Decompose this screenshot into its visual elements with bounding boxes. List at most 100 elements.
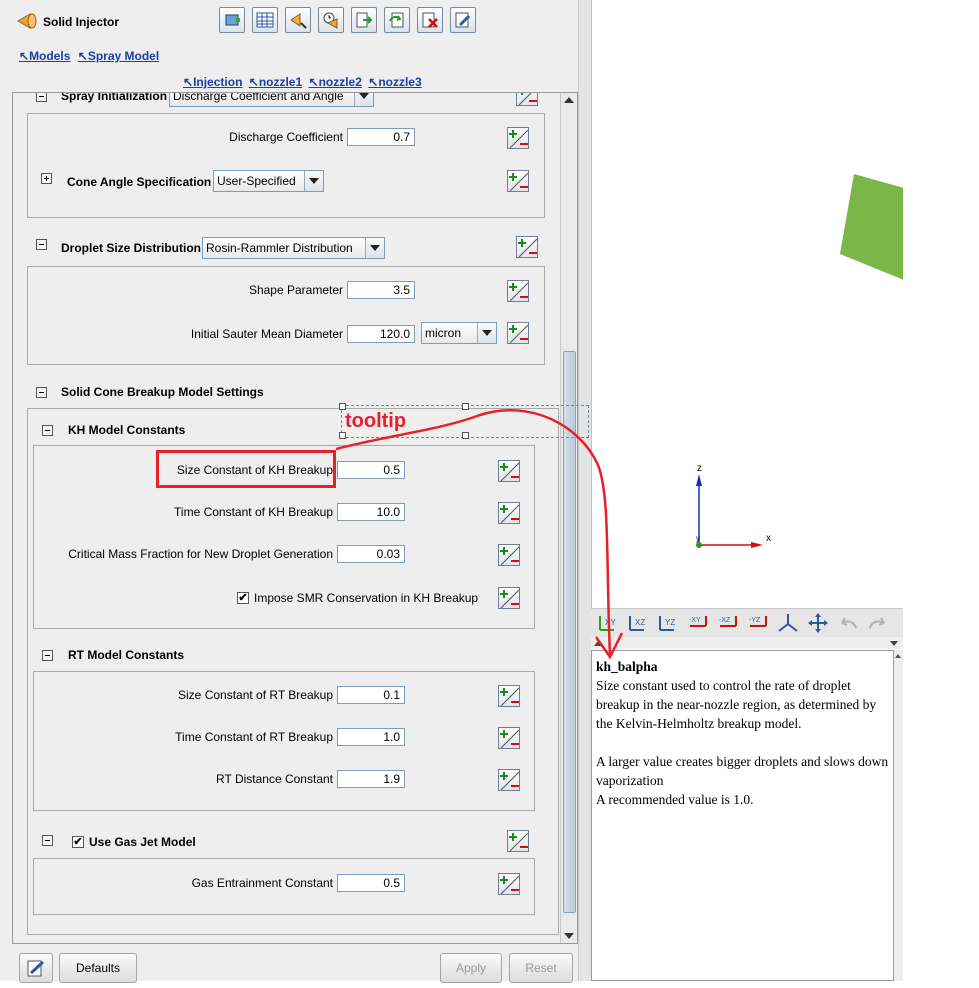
view-neg-xz-button[interactable]: -XZ (716, 612, 740, 634)
tab-injection[interactable]: ↖Injection (183, 75, 242, 89)
delete-icon (422, 12, 438, 28)
export-button[interactable] (351, 7, 377, 33)
import-button[interactable] (384, 7, 410, 33)
viewport-3d[interactable]: z x y (591, 0, 904, 608)
breakup-settings-label: Solid Cone Breakup Model Settings (61, 385, 264, 399)
gas-jet-add-remove-button[interactable] (507, 830, 529, 852)
view-neg-xy-button[interactable]: -XY (686, 612, 710, 634)
help-panel: kh_balpha Size constant used to control … (591, 650, 894, 981)
timed-nozzle-button[interactable] (318, 7, 344, 33)
spray-init-label: Spray Initialization (61, 92, 168, 103)
panel-splitter[interactable] (591, 637, 903, 649)
delete-button[interactable] (417, 7, 443, 33)
shape-add-remove-button[interactable] (507, 280, 529, 302)
gas-entrainment-input[interactable]: 0.5 (337, 874, 405, 892)
sauter-add-remove-button[interactable] (507, 322, 529, 344)
redo-arrow-icon (869, 617, 885, 629)
breakup-collapse-toggle[interactable] (36, 387, 47, 398)
droplet-section (27, 266, 545, 365)
spray-init-combo[interactable]: Discharge Coefficient and Angle (169, 93, 374, 107)
droplet-distribution-combo[interactable]: Rosin-Rammler Distribution (202, 237, 385, 259)
annotation-arrow (335, 409, 624, 660)
scroll-down-arrow-icon[interactable] (564, 933, 574, 939)
rt-time-add-remove-button[interactable] (498, 727, 520, 749)
view-neg-xy-icon: -XY (689, 616, 707, 627)
kh-collapse-toggle[interactable] (42, 425, 53, 436)
tab-nozzle1[interactable]: ↖nozzle1 (249, 75, 302, 89)
view-neg-yz-button[interactable]: -YZ (746, 612, 770, 634)
cone-angle-combo[interactable]: User-Specified (213, 170, 324, 192)
view-yz-button[interactable]: YZ (656, 612, 680, 634)
isometric-view-button[interactable] (776, 612, 800, 634)
discharge-add-remove-button[interactable] (507, 127, 529, 149)
splitter-down-icon[interactable] (890, 641, 898, 646)
svg-text:-YZ: -YZ (749, 617, 761, 624)
nozzle-edit-button[interactable] (285, 7, 311, 33)
redo-view-button[interactable] (866, 612, 890, 634)
add-remove-icon (518, 93, 537, 106)
edit-icon (455, 12, 471, 28)
spray-init-collapse-toggle[interactable] (36, 93, 47, 102)
help-scroll-up-icon[interactable] (895, 654, 901, 658)
gas-jet-checkbox[interactable]: ✔ (72, 836, 84, 848)
pan-button[interactable] (806, 612, 830, 634)
tab-nozzle3[interactable]: ↖nozzle3 (368, 75, 421, 89)
smr-conservation-checkbox[interactable]: ✔ (237, 592, 249, 604)
svg-text:-XZ: -XZ (719, 617, 731, 624)
droplet-add-remove-button[interactable] (516, 236, 538, 258)
rt-distance-add-remove-button[interactable] (498, 769, 520, 791)
droplet-collapse-toggle[interactable] (36, 239, 47, 250)
shape-parameter-input[interactable]: 3.5 (347, 281, 415, 299)
tab-nozzle2[interactable]: ↖nozzle2 (309, 75, 362, 89)
notes-button[interactable] (19, 953, 53, 983)
sauter-diameter-input[interactable]: 120.0 (347, 325, 415, 343)
rt-time-input[interactable]: 1.0 (337, 728, 405, 746)
cone-angle-label: Cone Angle Specification (67, 175, 212, 189)
panel-title: Solid Injector (43, 15, 120, 29)
discharge-coefficient-input[interactable]: 0.7 (347, 128, 415, 146)
undo-view-button[interactable] (836, 612, 860, 634)
gas-jet-label: Use Gas Jet Model (89, 835, 196, 849)
table-icon (256, 12, 274, 28)
gasjet-collapse-toggle[interactable] (42, 835, 53, 846)
gas-entrainment-add-remove-button[interactable] (498, 873, 520, 895)
add-remove-icon (509, 282, 529, 302)
view-neg-yz-icon: -YZ (749, 616, 767, 627)
rt-size-add-remove-button[interactable] (498, 685, 520, 707)
svg-text:-XY: -XY (689, 617, 701, 624)
defaults-button[interactable]: Defaults (59, 953, 137, 983)
shape-parameter-label: Shape Parameter (248, 283, 343, 297)
discharge-coefficient-label: Discharge Coefficient (229, 130, 343, 144)
add-to-case-button[interactable] (219, 7, 245, 33)
nozzle-edit-icon (290, 13, 307, 29)
highlight-box (156, 450, 336, 488)
droplet-size-label: Droplet Size Distribution (61, 241, 202, 255)
kh-time-label: Time Constant of KH Breakup (174, 505, 333, 519)
rt-collapse-toggle[interactable] (42, 650, 53, 661)
rt-size-input[interactable]: 0.1 (337, 686, 405, 704)
axis-x-label: x (766, 533, 771, 544)
help-scrollbar[interactable] (894, 650, 903, 981)
reset-button[interactable]: Reset (509, 953, 573, 983)
spray-init-add-remove-button[interactable] (516, 93, 538, 106)
cone-angle-add-remove-button[interactable] (507, 170, 529, 192)
svg-text:YZ: YZ (665, 618, 675, 627)
diameter-unit-combo[interactable]: micron (421, 322, 497, 344)
apply-button[interactable]: Apply (440, 953, 502, 983)
right-margin (903, 0, 979, 981)
view-toolbar: XY XZ YZ -XY -XZ -YZ (591, 608, 903, 637)
scroll-up-arrow-icon[interactable] (564, 97, 574, 103)
help-recommendation: A recommended value is 1.0. (596, 792, 754, 807)
view-yz-icon: YZ (659, 616, 675, 631)
cone-angle-expand-toggle[interactable] (41, 173, 52, 184)
rt-distance-input[interactable]: 1.9 (337, 770, 405, 788)
nozzle-tabs: ↖Injection ↖nozzle1 ↖nozzle2 ↖nozzle3 (183, 75, 422, 89)
breadcrumb-spray-model-link[interactable]: ↖Spray Model (78, 49, 159, 63)
breadcrumb-models-link[interactable]: ↖Models (19, 49, 70, 63)
table-button[interactable] (252, 7, 278, 33)
svg-text:XZ: XZ (635, 618, 645, 627)
rt-constants-label: RT Model Constants (68, 648, 184, 662)
axis-triad (696, 474, 763, 548)
edit-button[interactable] (450, 7, 476, 33)
export-icon (356, 12, 373, 28)
